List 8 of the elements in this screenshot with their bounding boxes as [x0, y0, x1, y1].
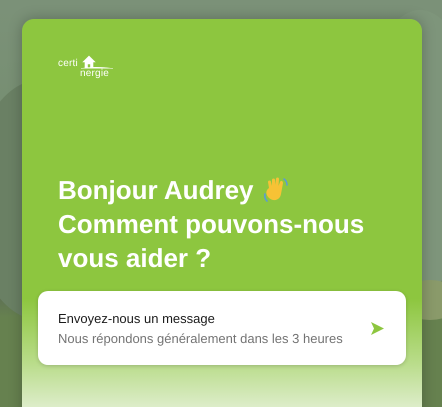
send-message-button[interactable]: Envoyez-nous un message Nous répondons généralement dans les 3 heures	[38, 291, 406, 365]
house-icon	[80, 55, 113, 69]
greeting-text: Bonjour Audrey	[58, 174, 254, 207]
send-icon	[371, 322, 384, 334]
waving-hand-icon	[263, 176, 290, 204]
logo-text: certi	[58, 59, 78, 69]
question-text: Comment pouvons-nous vous aider ?	[58, 208, 366, 275]
logo-text: nergie	[80, 69, 110, 79]
